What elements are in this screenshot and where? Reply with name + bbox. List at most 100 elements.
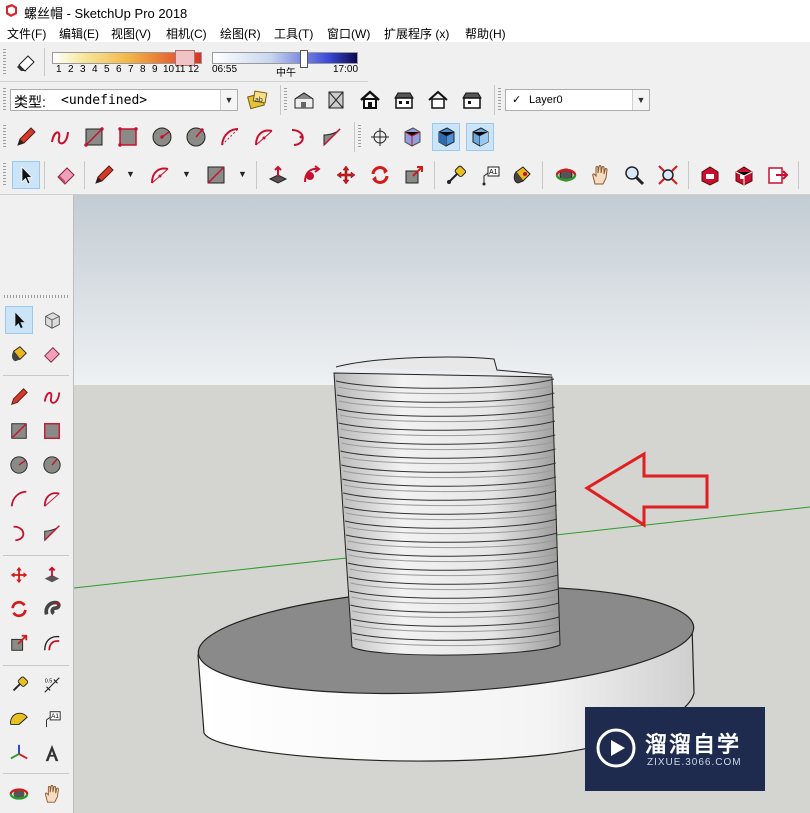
pan-icon[interactable] — [38, 780, 66, 808]
push-pull-icon[interactable] — [264, 161, 292, 189]
component-icon[interactable]: ab — [244, 86, 272, 114]
send-to-layout-icon[interactable] — [764, 161, 792, 189]
orbit-icon[interactable] — [552, 161, 580, 189]
shaded-textures-icon[interactable] — [466, 123, 494, 151]
select-icon[interactable] — [5, 306, 33, 334]
title-bar: 螺丝帽 - SketchUp Pro 2018 — [0, 0, 810, 22]
freehand-icon[interactable] — [38, 383, 66, 411]
make-component-icon[interactable] — [38, 306, 66, 334]
extension-warehouse-icon[interactable] — [730, 161, 758, 189]
three-point-arc-icon[interactable] — [284, 123, 312, 151]
arc-icon[interactable] — [146, 161, 174, 189]
pan-icon[interactable] — [586, 161, 614, 189]
text-icon[interactable]: A1 — [38, 705, 66, 733]
xray-icon[interactable] — [398, 123, 426, 151]
text-icon[interactable]: A1 — [476, 161, 504, 189]
menu-view[interactable]: 视图(V) — [111, 25, 151, 42]
time-start-label: 06:55 — [212, 64, 238, 75]
sky — [74, 195, 810, 385]
paint-bucket-icon[interactable] — [5, 340, 33, 368]
arc-icon[interactable] — [5, 485, 33, 513]
rectangle-icon[interactable] — [202, 161, 230, 189]
warehouse-icon[interactable] — [696, 161, 724, 189]
eraser-icon[interactable] — [52, 161, 80, 189]
pencil-icon[interactable] — [5, 383, 33, 411]
top-view-icon[interactable] — [322, 86, 350, 114]
chevron-down-icon[interactable]: ▼ — [238, 169, 247, 179]
menu-draw[interactable]: 绘图(R) — [220, 25, 261, 42]
pie-icon[interactable] — [318, 123, 346, 151]
scale-icon[interactable] — [400, 161, 428, 189]
offset-icon[interactable] — [38, 629, 66, 657]
watermark-url: ZIXUE.3066.COM — [647, 757, 742, 768]
chevron-down-icon[interactable]: ▼ — [126, 169, 135, 179]
menu-window[interactable]: 窗口(W) — [327, 25, 370, 42]
tape-measure-icon[interactable] — [5, 671, 33, 699]
scale-icon[interactable] — [5, 629, 33, 657]
follow-me-icon[interactable] — [38, 595, 66, 623]
menu-help[interactable]: 帮助(H) — [465, 25, 506, 42]
back-view-icon[interactable] — [424, 86, 452, 114]
pencil-icon[interactable] — [12, 123, 40, 151]
pie-icon[interactable] — [38, 519, 66, 547]
right-view-icon[interactable] — [390, 86, 418, 114]
left-view-icon[interactable] — [458, 86, 486, 114]
type-value: <undefined> — [61, 93, 148, 108]
main-toolbar: ▼ ▼ ▼ A1 — [0, 157, 810, 195]
rectangle-icon[interactable] — [80, 123, 108, 151]
time-slider-thumb[interactable] — [300, 50, 308, 68]
rotated-rectangle-icon[interactable] — [114, 123, 142, 151]
polygon-icon[interactable] — [38, 451, 66, 479]
chevron-down-icon[interactable]: ▼ — [182, 169, 191, 179]
axes-icon[interactable] — [5, 739, 33, 767]
follow-me-icon[interactable] — [298, 161, 326, 189]
front-view-icon[interactable] — [356, 86, 384, 114]
two-point-arc-icon[interactable] — [38, 485, 66, 513]
push-pull-icon[interactable] — [38, 561, 66, 589]
chevron-down-icon[interactable]: ▼ — [220, 90, 237, 110]
arc-icon[interactable] — [216, 123, 244, 151]
menu-tools[interactable]: 工具(T) — [274, 25, 313, 42]
crosshair-icon[interactable] — [366, 123, 394, 151]
time-mid-label: 中午 — [276, 68, 296, 79]
iso-view-icon[interactable] — [290, 86, 318, 114]
layer-check-icon: ✓ — [512, 94, 522, 106]
chevron-down-icon[interactable]: ▼ — [632, 90, 649, 110]
rotate-icon[interactable] — [5, 595, 33, 623]
eraser-icon[interactable] — [12, 48, 40, 76]
freehand-icon[interactable] — [46, 123, 74, 151]
time-slider-track[interactable] — [212, 52, 358, 64]
tape-measure-icon[interactable] — [442, 161, 470, 189]
move-icon[interactable] — [5, 561, 33, 589]
orbit-icon[interactable] — [5, 780, 33, 808]
paint-bucket-icon[interactable] — [508, 161, 536, 189]
move-icon[interactable] — [332, 161, 360, 189]
menu-edit[interactable]: 编辑(E) — [59, 25, 99, 42]
rotate-icon[interactable] — [366, 161, 394, 189]
select-icon[interactable] — [12, 161, 40, 189]
circle-icon[interactable] — [148, 123, 176, 151]
polygon-icon[interactable] — [182, 123, 210, 151]
dimension-icon[interactable]: 0.5 — [38, 671, 66, 699]
zoom-extents-icon[interactable] — [654, 161, 682, 189]
menu-extensions[interactable]: 扩展程序 (x) — [384, 25, 449, 42]
shaded-icon[interactable] — [432, 123, 460, 151]
circle-icon[interactable] — [5, 451, 33, 479]
eraser-icon[interactable] — [38, 340, 66, 368]
type-selector[interactable]: 类型: <undefined> ▼ — [10, 89, 238, 111]
modeling-viewport[interactable]: 溜溜自学 ZIXUE.3066.COM — [74, 195, 810, 813]
zoom-icon[interactable] — [620, 161, 648, 189]
toolbar-grip[interactable] — [3, 49, 6, 75]
protractor-icon[interactable] — [5, 705, 33, 733]
two-point-arc-icon[interactable] — [250, 123, 278, 151]
3d-text-icon[interactable] — [38, 739, 66, 767]
three-point-arc-icon[interactable] — [5, 519, 33, 547]
menu-camera[interactable]: 相机(C) — [166, 25, 207, 42]
rotated-rectangle-icon[interactable] — [38, 417, 66, 445]
pencil-icon[interactable] — [90, 161, 118, 189]
layer-selector[interactable]: ✓ Layer0 ▼ — [505, 89, 650, 111]
watermark-logo-icon — [596, 728, 636, 768]
shadows-toolbar: 1 2 3 4 5 6 7 8 9 10 11 12 06:55 中午 17:0… — [0, 43, 368, 82]
menu-file[interactable]: 文件(F) — [7, 25, 46, 42]
rectangle-icon[interactable] — [5, 417, 33, 445]
